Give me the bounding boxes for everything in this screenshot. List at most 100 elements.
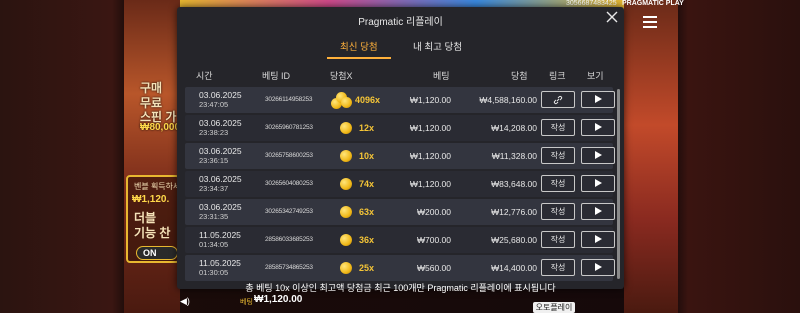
tab-latest-wins[interactable]: 최신 당첨 (340, 39, 378, 53)
column-header-win-multiplier: 당첨X (330, 71, 353, 81)
active-tab-indicator (327, 57, 391, 59)
row-time: 01:30:05 (199, 268, 229, 277)
wins-table-body: 03.06.2025 23:47:05 30266114958253 4096x… (177, 87, 624, 283)
double-chance-amount: ₩1,120. (132, 194, 170, 205)
row-bet: ₩1,120.00 (409, 123, 451, 133)
create-link-button[interactable]: 작성 (541, 147, 575, 164)
table-row: 03.06.2025 23:38:23 30265960781253 12x ₩… (185, 115, 615, 141)
double-chance-text: 기능 찬 (134, 226, 171, 240)
column-header-time: 시간 (196, 71, 213, 81)
close-icon[interactable] (605, 10, 619, 24)
replay-modal: Pragmatic 리플레이 최신 당첨 내 최고 당첨 시간 베팅 ID 당첨… (177, 7, 624, 289)
row-win: ₩12,776.00 (491, 207, 537, 217)
copy-link-button[interactable] (541, 91, 575, 108)
create-link-button[interactable]: 작성 (541, 119, 575, 136)
row-bet: ₩200.00 (416, 207, 451, 217)
row-bet-id: 30265758600253 (265, 152, 313, 159)
menu-icon[interactable] (643, 16, 657, 28)
brand-logo: PRAGMATIC PLAY (622, 0, 684, 7)
coin-icon (340, 206, 352, 218)
row-date: 03.06.2025 (199, 118, 242, 128)
play-replay-button[interactable] (581, 203, 615, 220)
game-left-panel (124, 0, 180, 313)
row-date: 03.06.2025 (199, 174, 242, 184)
table-row: 03.06.2025 23:34:37 30265604080253 74x ₩… (185, 171, 615, 197)
tab-my-best-wins[interactable]: 내 최고 당첨 (413, 39, 462, 53)
row-win: ₩83,648.00 (491, 179, 537, 189)
table-row: 03.06.2025 23:31:35 30265342749253 63x ₩… (185, 199, 615, 225)
coin-icon (340, 262, 352, 274)
play-icon (594, 234, 602, 243)
coin-icon (340, 122, 352, 134)
play-icon (594, 262, 602, 271)
row-date: 11.05.2025 (199, 230, 241, 240)
play-replay-button[interactable] (581, 175, 615, 192)
table-row: 11.05.2025 01:34:05 28586033685253 36x ₩… (185, 227, 615, 253)
play-replay-button[interactable] (581, 91, 615, 108)
play-replay-button[interactable] (581, 119, 615, 136)
play-icon (594, 122, 602, 131)
play-icon (594, 178, 602, 187)
row-date: 03.06.2025 (199, 202, 242, 212)
game-right-panel (624, 0, 678, 313)
bet-value: ₩1,120.00 (254, 294, 303, 305)
scrollbar-thumb[interactable] (617, 89, 620, 279)
column-header-view: 보기 (587, 71, 604, 81)
row-bet-id: 30265960781253 (265, 124, 313, 131)
row-win: ₩14,208.00 (491, 123, 537, 133)
row-bet: ₩1,120.00 (409, 179, 451, 189)
table-row: 11.05.2025 01:30:05 28585734865253 25x ₩… (185, 255, 615, 281)
play-icon (594, 206, 602, 215)
row-bet-id: 30266114958253 (265, 96, 313, 103)
double-chance-toggle[interactable]: ON (136, 246, 178, 260)
coin-icon (340, 178, 352, 190)
row-date: 03.06.2025 (199, 90, 242, 100)
buy-feature-price: ₩80,000 (140, 122, 181, 133)
double-chance-label: 벤블 획득하세 (134, 182, 181, 191)
row-time: 23:31:35 (199, 212, 229, 221)
bet-label: 베팅 (240, 299, 253, 306)
modal-title: Pragmatic 리플레이 (358, 17, 443, 28)
column-header-win: 당첨 (511, 71, 528, 81)
coin-icon (340, 150, 352, 162)
row-time: 23:36:15 (199, 156, 229, 165)
row-time: 23:38:23 (199, 128, 229, 137)
play-replay-button[interactable] (581, 147, 615, 164)
coin-stack-icon (331, 89, 353, 111)
tab-bar: 최신 당첨 내 최고 당첨 (177, 37, 624, 63)
row-bet-id: 30265342749253 (265, 208, 313, 215)
table-row: 03.06.2025 23:36:15 30265758600253 10x ₩… (185, 143, 615, 169)
row-bet: ₩700.00 (416, 235, 451, 245)
column-header-link: 링크 (549, 71, 566, 81)
row-date: 11.05.2025 (199, 258, 241, 268)
create-link-button[interactable]: 작성 (541, 259, 575, 276)
column-header-bet-id: 베팅 ID (262, 71, 291, 81)
row-bet-id: 28585734865253 (265, 264, 313, 271)
row-bet: ₩560.00 (416, 263, 451, 273)
table-header: 시간 베팅 ID 당첨X 베팅 당첨 링크 보기 (177, 64, 624, 86)
sound-icon[interactable]: ◀) (180, 296, 190, 307)
play-replay-button[interactable] (581, 231, 615, 248)
coin-icon (340, 234, 352, 246)
create-link-button[interactable]: 작성 (541, 231, 575, 248)
row-bet: ₩1,120.00 (409, 95, 451, 105)
row-time: 23:34:37 (199, 184, 229, 193)
play-icon (594, 94, 602, 103)
link-icon (553, 95, 563, 104)
create-link-button[interactable]: 작성 (541, 175, 575, 192)
create-link-button[interactable]: 작성 (541, 203, 575, 220)
row-win: ₩4,588,160.00 (479, 95, 537, 105)
row-win: ₩25,680.00 (491, 235, 537, 245)
footer-note: 총 베팅 10x 이상인 최고액 당첨금 최근 100개만 Pragmatic … (245, 283, 556, 293)
table-row: 03.06.2025 23:47:05 30266114958253 4096x… (185, 87, 615, 113)
row-bet-id: 30265604080253 (265, 180, 313, 187)
session-id-text: 3056687483425 (566, 0, 617, 7)
row-time: 23:47:05 (199, 100, 229, 109)
row-bet: ₩1,120.00 (409, 151, 451, 161)
autoplay-button[interactable]: 오토플레이 (533, 302, 575, 313)
play-replay-button[interactable] (581, 259, 615, 276)
row-date: 03.06.2025 (199, 146, 242, 156)
column-header-bet: 베팅 (433, 71, 450, 81)
row-time: 01:34:05 (199, 240, 229, 249)
row-win: ₩11,328.00 (491, 151, 537, 161)
